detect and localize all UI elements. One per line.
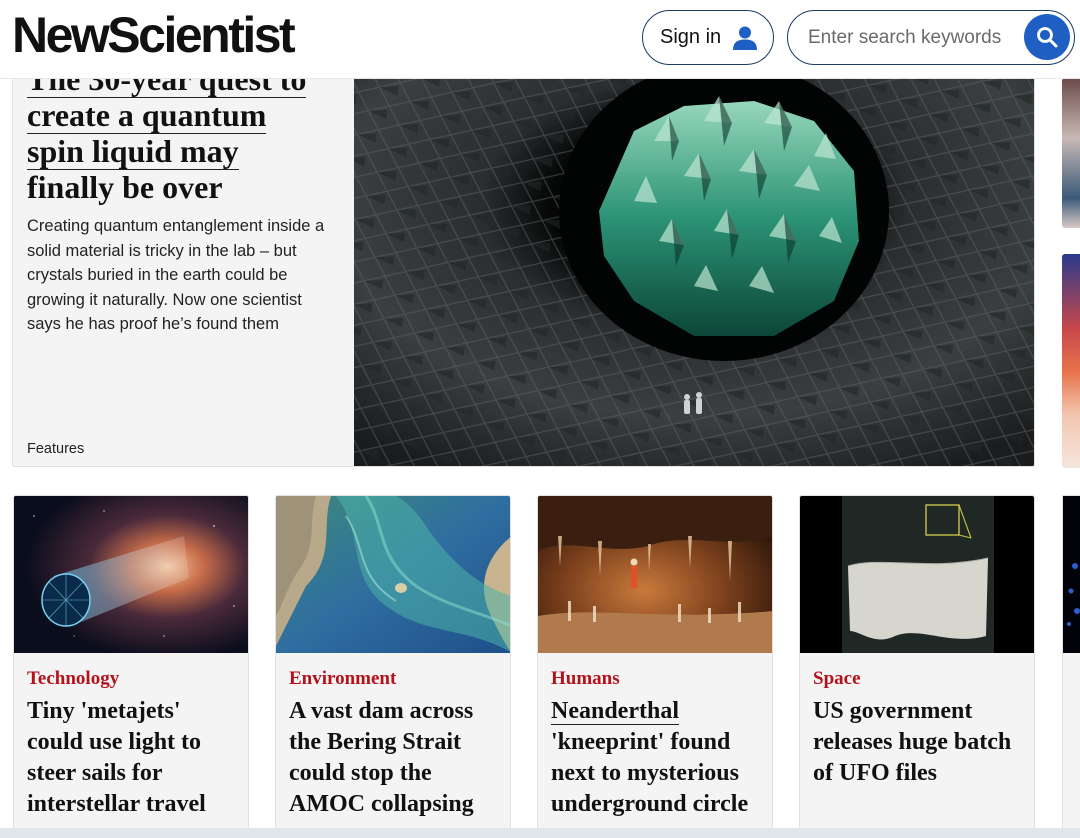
card-image (1063, 496, 1080, 653)
next-hero-thumbnail[interactable] (1062, 254, 1080, 468)
search-bar (787, 10, 1075, 65)
bottom-scroll-edge (0, 828, 1080, 838)
crystal-tunnel-illustration (354, 61, 1034, 466)
card-title[interactable]: US government releases huge batch of UFO… (813, 696, 1028, 789)
card-title[interactable]: A vast dam across the Bering Strait coul… (289, 696, 504, 820)
hero-section-tag[interactable]: Features (27, 441, 84, 457)
site-header: NewScientist Sign in (0, 0, 1080, 78)
hero-article[interactable]: The 30-year quest to create a quantum sp… (12, 60, 1035, 467)
card-category[interactable]: Humans (551, 668, 620, 690)
hero-title-line: spin liquid may (27, 133, 239, 170)
hero-title[interactable]: The 30-year quest to create a quantum sp… (27, 61, 347, 205)
search-icon (1037, 27, 1058, 48)
article-card[interactable]: Humans Neanderthal 'kneeprint' found nex… (537, 495, 773, 835)
card-image (800, 496, 1034, 653)
card-title-first-word: Neanderthal (551, 698, 679, 725)
card-image (276, 496, 510, 653)
card-image (14, 496, 248, 653)
person-icon (733, 26, 757, 50)
sign-in-label: Sign in (660, 26, 722, 48)
search-button[interactable] (1024, 14, 1070, 60)
search-input[interactable] (808, 26, 1033, 49)
hero-text-panel: The 30-year quest to create a quantum sp… (13, 61, 354, 466)
article-card[interactable]: Environment A vast dam across the Bering… (275, 495, 511, 835)
next-article-card[interactable] (1062, 495, 1080, 835)
hero-summary: Creating quantum entanglement inside a s… (27, 217, 325, 333)
card-title[interactable]: Tiny 'metajets' could use light to steer… (27, 696, 242, 820)
article-card[interactable]: Space US government releases huge batch … (799, 495, 1035, 835)
card-category[interactable]: Space (813, 668, 861, 690)
hero-title-line: create a quantum (27, 97, 267, 134)
card-title[interactable]: Neanderthal 'kneeprint' found next to my… (551, 696, 766, 820)
hero-image[interactable] (354, 61, 1034, 466)
site-logo[interactable]: NewScientist (12, 6, 296, 64)
card-category[interactable]: Environment (289, 668, 396, 690)
card-image (538, 496, 772, 653)
next-hero-thumbnail[interactable] (1062, 78, 1080, 228)
card-title-rest: 'kneeprint' found next to mysterious und… (551, 729, 749, 817)
article-card[interactable]: Technology Tiny 'metajets' could use lig… (13, 495, 249, 835)
sign-in-button[interactable]: Sign in (642, 10, 774, 65)
hero-title-line: finally be over (27, 169, 223, 205)
card-category[interactable]: Technology (27, 668, 119, 690)
